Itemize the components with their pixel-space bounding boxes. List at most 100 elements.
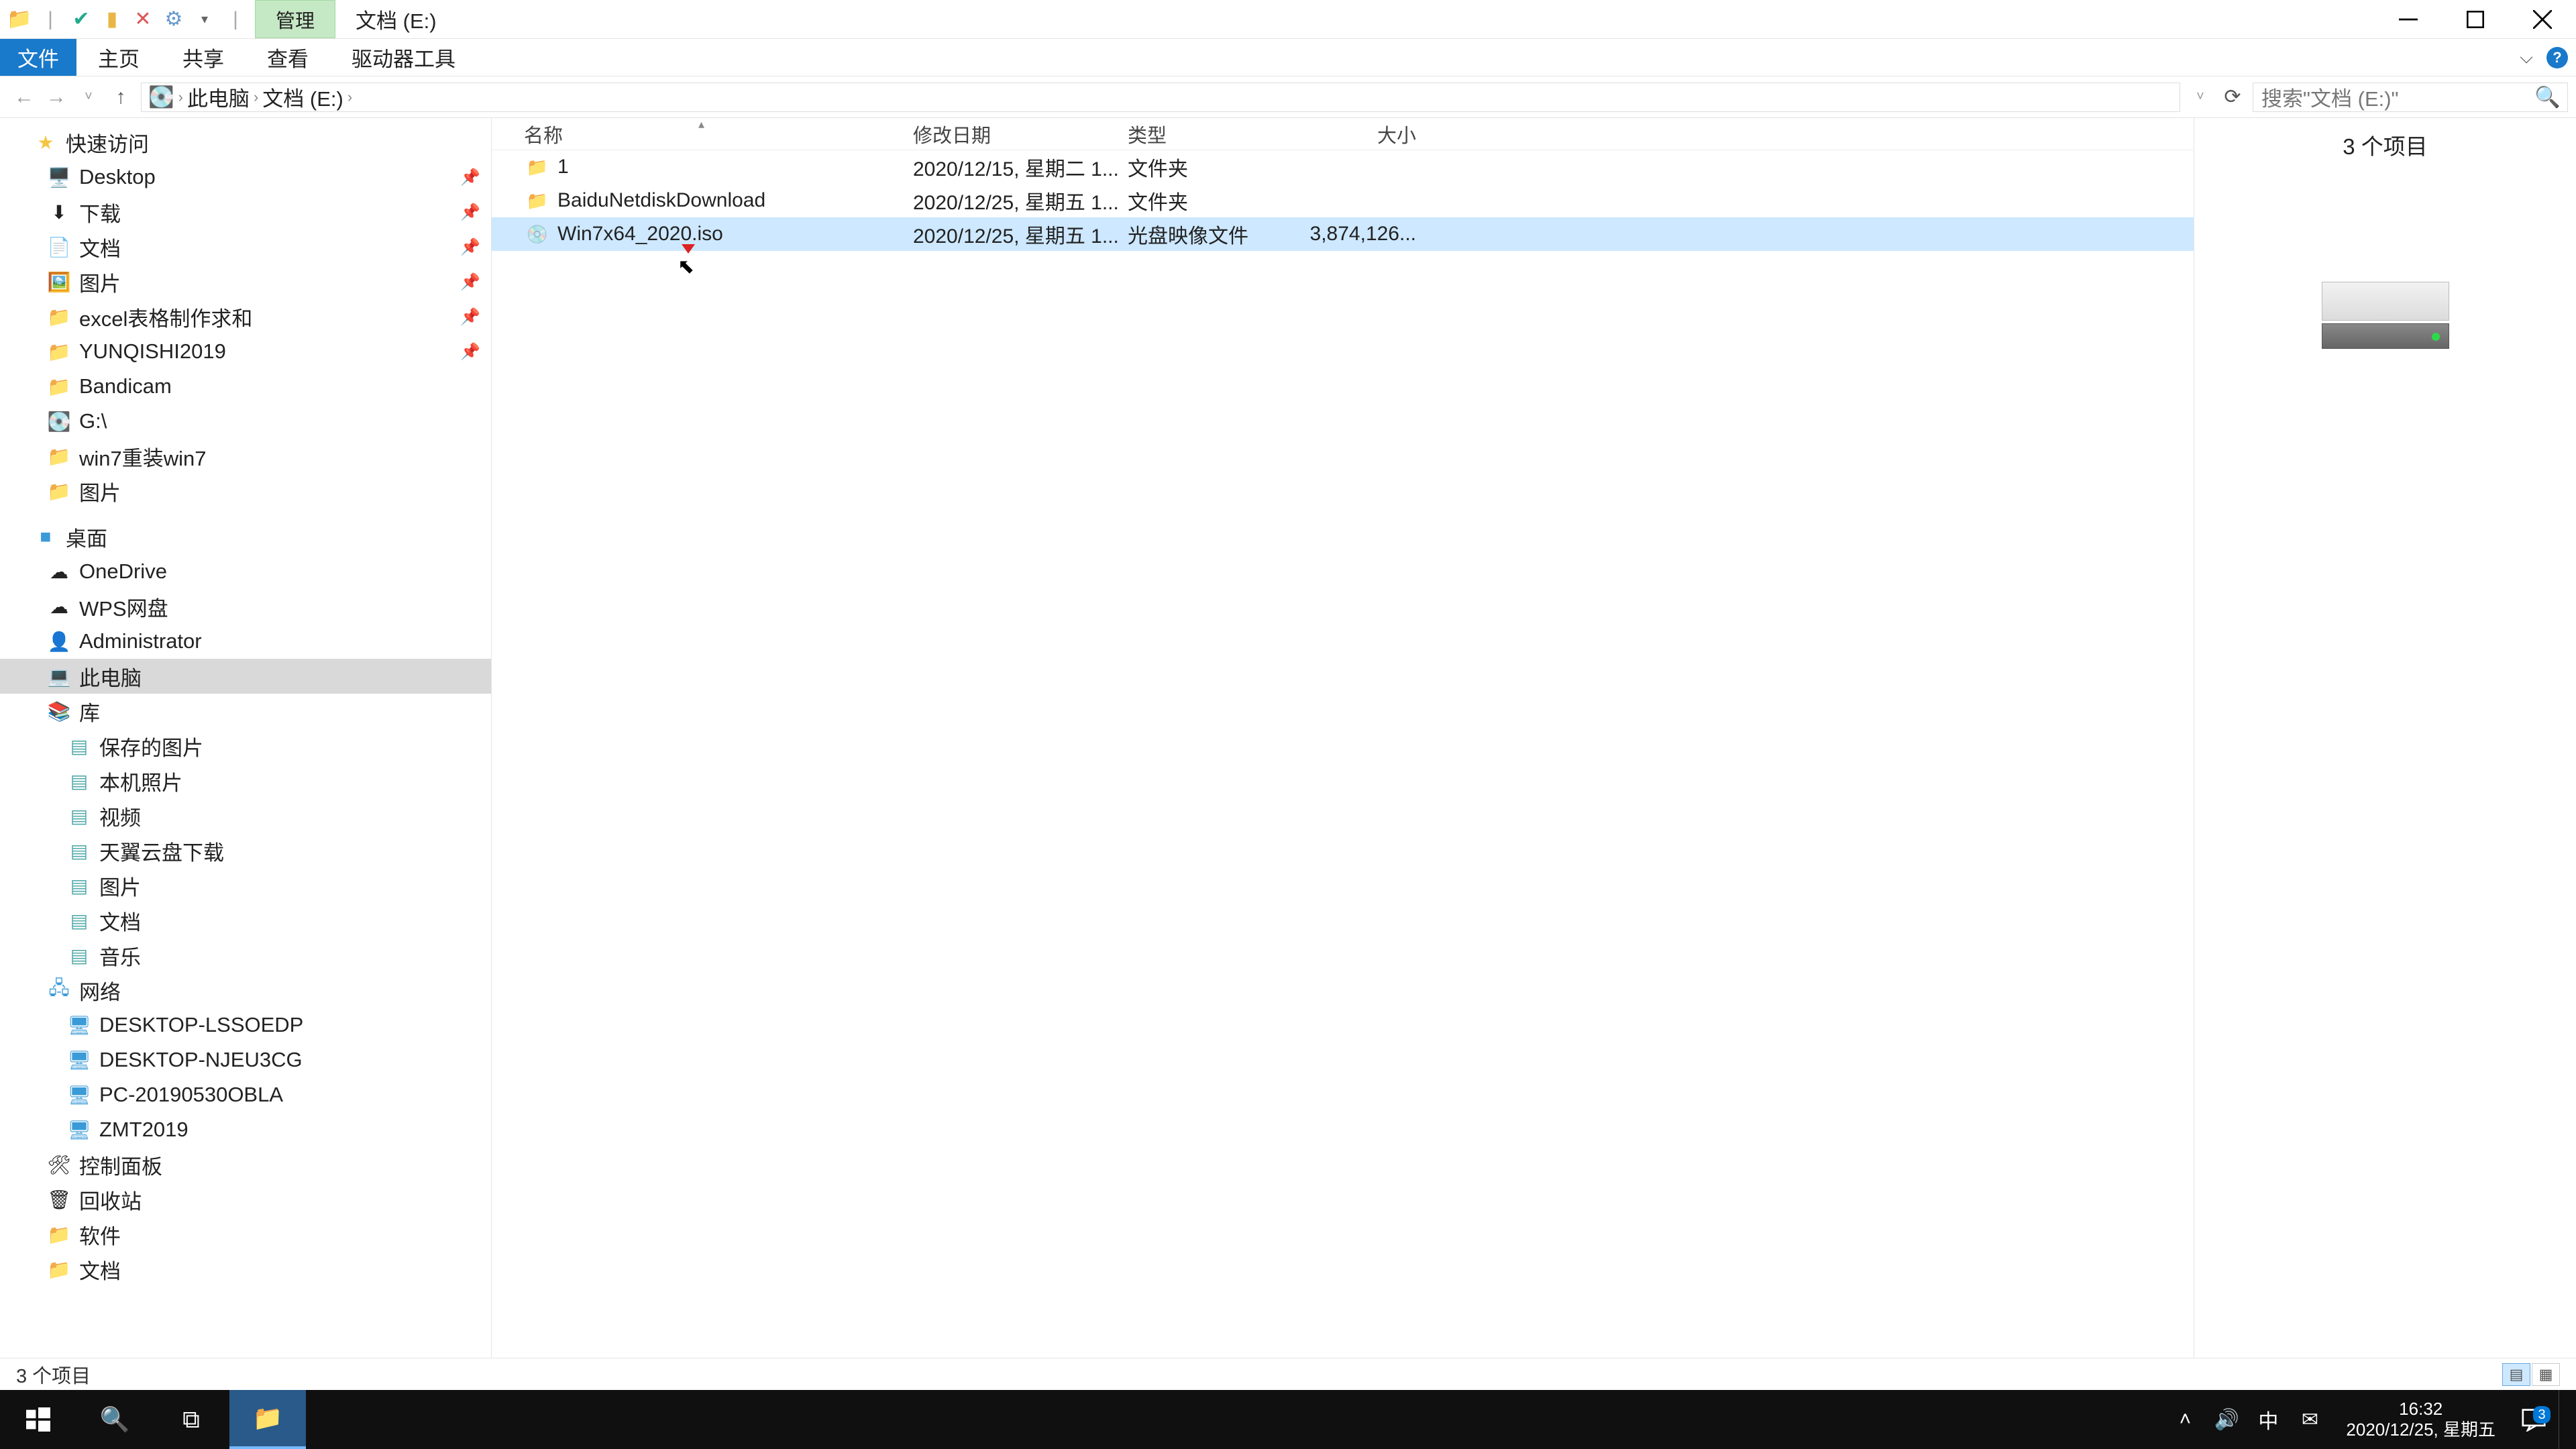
drive-icon [2322, 282, 2449, 349]
tree-item-icon: ☁ [47, 596, 71, 618]
window-title: 文档 (E:) [335, 0, 2375, 38]
qat-settings-icon[interactable]: ⚙ [161, 7, 186, 32]
tree-item[interactable]: 📁YUNQISHI2019📌 [0, 334, 491, 369]
refresh-button[interactable]: ⟳ [2216, 81, 2249, 113]
tree-item[interactable]: 📄文档📌 [0, 229, 491, 264]
tree-item[interactable]: ▤图片 [0, 868, 491, 903]
tree-item[interactable]: 📁excel表格制作求和📌 [0, 299, 491, 334]
qat-folder-icon[interactable]: ▮ [99, 7, 125, 32]
qat-dropdown-icon[interactable]: ▾ [192, 7, 217, 32]
minimize-button[interactable] [2375, 0, 2442, 39]
tree-item[interactable]: 🖥DESKTOP-NJEU3CG [0, 1042, 491, 1077]
file-type-icon: 📁 [524, 191, 551, 211]
column-size[interactable]: 大小 [1309, 120, 1416, 148]
close-button[interactable] [2509, 0, 2576, 39]
recent-dropdown-icon[interactable]: ˅ [72, 81, 105, 113]
tree-item[interactable]: ▤本机照片 [0, 763, 491, 798]
qat-check-icon[interactable]: ✔ [68, 7, 94, 32]
tree-control-panel[interactable]: 🛠控制面板 [0, 1147, 491, 1182]
tree-item[interactable]: 🖥DESKTOP-LSSOEDP [0, 1008, 491, 1042]
notification-button[interactable]: 3 [2513, 1407, 2555, 1432]
address-dropdown-icon[interactable]: ˅ [2184, 81, 2216, 113]
tree-label: 桌面 [66, 522, 107, 552]
breadcrumb-current[interactable]: 文档 (E:) [262, 82, 343, 112]
tree-quick-access[interactable]: ★快速访问 [0, 125, 491, 160]
tree-documents2[interactable]: 📁文档 [0, 1252, 491, 1287]
tree-item[interactable]: 🖥️Desktop📌 [0, 160, 491, 195]
taskbar-clock[interactable]: 16:32 2020/12/25, 星期五 [2332, 1399, 2509, 1440]
tree-item[interactable]: 💻此电脑 [0, 659, 491, 694]
ribbon-tab-drive-tools[interactable]: 驱动器工具 [330, 39, 477, 76]
breadcrumb-this-pc[interactable]: 此电脑 [187, 82, 250, 112]
column-date[interactable]: 修改日期 [913, 120, 1128, 148]
tree-item[interactable]: ☁OneDrive [0, 554, 491, 589]
tree-item[interactable]: ▤保存的图片 [0, 729, 491, 763]
icons-view-button[interactable]: ▦ [2532, 1363, 2560, 1386]
tree-item[interactable]: 🖥PC-20190530OBLA [0, 1077, 491, 1112]
file-list: 名称▴ 修改日期 类型 大小 📁1 2020/12/15, 星期二 1... 文… [492, 118, 2194, 1358]
tree-label: Bandicam [79, 374, 172, 398]
task-view-button[interactable]: ⧉ [153, 1390, 229, 1449]
tree-software[interactable]: 📁软件 [0, 1217, 491, 1252]
tree-desktop[interactable]: ■桌面 [0, 519, 491, 554]
ribbon-collapse-icon[interactable]: ⌵ [2520, 47, 2533, 68]
ribbon-tab-home[interactable]: 主页 [76, 39, 161, 76]
ribbon-contextual-tab[interactable]: 管理 [255, 0, 335, 38]
maximize-button[interactable] [2442, 0, 2509, 39]
chevron-right-icon[interactable]: › [347, 89, 352, 106]
ribbon-tab-file[interactable]: 文件 [0, 39, 76, 76]
tree-network[interactable]: 🖧网络 [0, 973, 491, 1008]
tree-label: 音乐 [99, 941, 141, 971]
tree-item[interactable]: 🖥ZMT2019 [0, 1112, 491, 1147]
details-view-button[interactable]: ▤ [2502, 1363, 2530, 1386]
chevron-right-icon[interactable]: › [178, 89, 183, 106]
file-row[interactable]: 💿Win7x64_2020.iso 2020/12/25, 星期五 1... 光… [492, 217, 2194, 251]
app-icon[interactable]: 📁 [7, 7, 32, 32]
tree-item[interactable]: 📁Bandicam [0, 369, 491, 404]
tree-item[interactable]: 📁win7重装win7 [0, 439, 491, 474]
column-type[interactable]: 类型 [1128, 120, 1309, 148]
tree-item-icon: 🖥️ [47, 166, 71, 189]
file-explorer-taskbar[interactable]: 📁 [229, 1390, 306, 1449]
navigation-tree[interactable]: ★快速访问 🖥️Desktop📌⬇下载📌📄文档📌🖼️图片📌📁excel表格制作求… [0, 118, 492, 1358]
tree-item[interactable]: ⬇下载📌 [0, 195, 491, 229]
library-item-icon: ▤ [67, 840, 91, 862]
tree-item[interactable]: ▤文档 [0, 903, 491, 938]
tree-item[interactable]: ▤天翼云盘下载 [0, 833, 491, 868]
tray-cloud-icon[interactable]: ✉ [2291, 1408, 2328, 1432]
search-icon[interactable]: 🔍 [2534, 85, 2561, 109]
tree-item[interactable]: 👤Administrator [0, 624, 491, 659]
ribbon-tab-view[interactable]: 查看 [246, 39, 330, 76]
column-name[interactable]: 名称▴ [524, 120, 913, 148]
file-row[interactable]: 📁BaiduNetdiskDownload 2020/12/25, 星期五 1.… [492, 184, 2194, 217]
preview-pane: 3 个项目 [2194, 118, 2576, 1358]
file-date: 2020/12/25, 星期五 1... [913, 186, 1128, 215]
tree-item[interactable]: ☁WPS网盘 [0, 589, 491, 624]
ribbon-tab-share[interactable]: 共享 [161, 39, 246, 76]
recycle-icon: 🗑 [47, 1189, 71, 1211]
show-desktop-button[interactable] [2559, 1390, 2568, 1449]
tree-item[interactable]: 📚库 [0, 694, 491, 729]
qat-close-icon[interactable]: ✕ [130, 7, 156, 32]
tree-recycle-bin[interactable]: 🗑回收站 [0, 1182, 491, 1217]
search-button[interactable]: 🔍 [76, 1390, 153, 1449]
chevron-right-icon[interactable]: › [254, 89, 258, 106]
tree-item[interactable]: 💽G:\ [0, 404, 491, 439]
back-button[interactable]: ← [8, 81, 40, 113]
forward-button[interactable]: → [40, 81, 72, 113]
file-date: 2020/12/15, 星期二 1... [913, 152, 1128, 182]
up-button[interactable]: ↑ [105, 81, 137, 113]
tree-item[interactable]: 📁图片 [0, 474, 491, 508]
file-row[interactable]: 📁1 2020/12/15, 星期二 1... 文件夹 [492, 150, 2194, 184]
tree-item[interactable]: ▤视频 [0, 798, 491, 833]
tray-volume-icon[interactable]: 🔊 [2208, 1408, 2245, 1432]
library-item-icon: ▤ [67, 735, 91, 757]
breadcrumb[interactable]: 💽 › 此电脑 › 文档 (E:) › [141, 83, 2180, 112]
tree-item[interactable]: ▤音乐 [0, 938, 491, 973]
start-button[interactable] [0, 1390, 76, 1449]
tray-ime-icon[interactable]: 中 [2249, 1405, 2287, 1434]
tray-chevron-icon[interactable]: ˄ [2166, 1408, 2204, 1431]
help-icon[interactable]: ? [2546, 47, 2568, 68]
tree-item[interactable]: 🖼️图片📌 [0, 264, 491, 299]
search-box[interactable]: 搜索"文档 (E:)" 🔍 [2253, 83, 2568, 112]
